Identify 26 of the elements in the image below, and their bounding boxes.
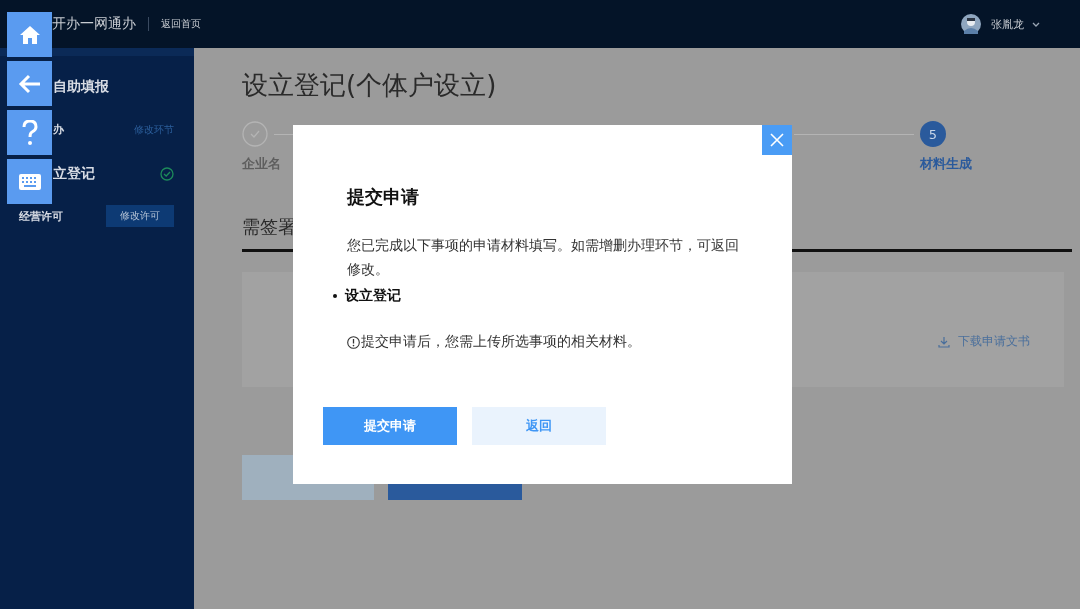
step-done-icon bbox=[242, 121, 268, 147]
help-icon[interactable] bbox=[7, 110, 52, 155]
app-title: 开办一网通办 bbox=[52, 15, 136, 33]
home-link[interactable]: 返回首页 bbox=[161, 17, 201, 31]
user-name: 张胤龙 bbox=[991, 16, 1024, 32]
avatar-icon bbox=[961, 14, 981, 34]
page-title: 设立登记(个体户设立) bbox=[242, 69, 498, 102]
note-text: 提交申请后，您需上传所选事项的相关材料。 bbox=[361, 333, 641, 351]
keyboard-icon[interactable] bbox=[7, 159, 52, 204]
download-icon bbox=[938, 335, 950, 348]
caret-icon bbox=[1032, 21, 1040, 27]
step-number: 5 bbox=[920, 121, 946, 147]
edit-button[interactable]: 修改许可 bbox=[106, 205, 174, 227]
user-menu[interactable]: 张胤龙 bbox=[961, 14, 1040, 34]
dialog-message: 您已完成以下事项的申请材料填写。如需增删办理环节，可返回修改。 bbox=[347, 236, 740, 279]
home-icon[interactable] bbox=[7, 12, 52, 57]
dialog-title: 提交申请 bbox=[347, 185, 420, 209]
close-icon[interactable] bbox=[762, 125, 792, 155]
step-label: 企业名 bbox=[242, 155, 282, 173]
sidebar-item[interactable]: 办 bbox=[53, 122, 64, 137]
warning-icon bbox=[347, 335, 360, 349]
sidebar-item[interactable]: 立登记 bbox=[53, 165, 95, 183]
step-label: 材料生成 bbox=[920, 155, 972, 173]
item-entry: 设立登记 bbox=[333, 287, 762, 305]
sidebar-item[interactable]: 经营许可 bbox=[19, 208, 63, 224]
sidebar-heading: 自助填报 bbox=[53, 78, 110, 96]
